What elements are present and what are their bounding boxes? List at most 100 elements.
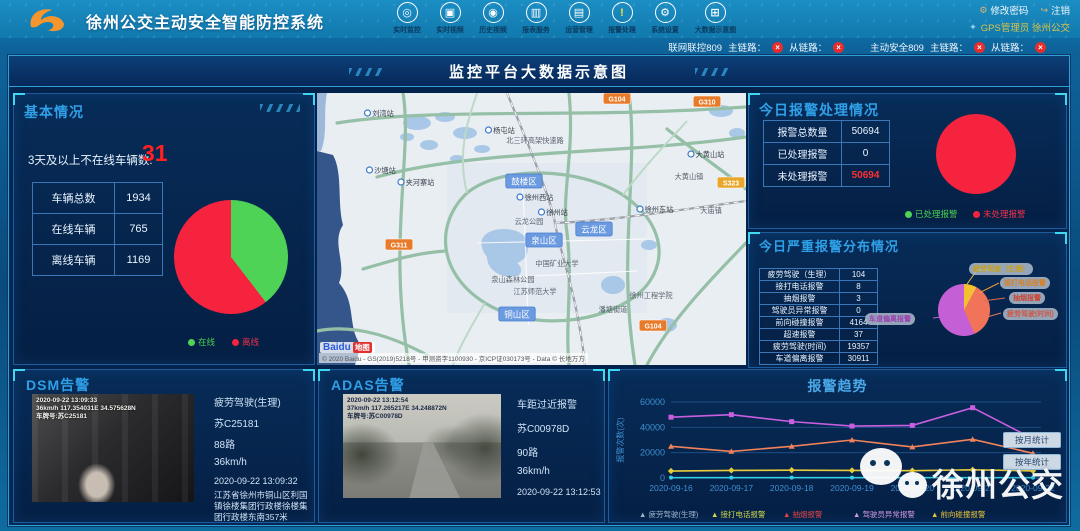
table-row: 车道偏离报警30911 [760,353,878,365]
svg-text:刘湾站: 刘湾站 [372,109,394,118]
adas-route: 90路 [517,444,538,459]
app-header: 徐州公交主动安全智能防控系统 ◎ 实时监控 ▣ 实时视频 ◉ 历史视频 ▥ 报表… [0,0,1080,38]
panel-title: DSM告警 [26,375,90,395]
video-icon: ▣ [440,2,461,23]
table-row: 驾驶员异常报警0 [760,305,878,317]
dsm-speed: 36km/h [214,457,247,468]
link-status-bar: 联网联控809 主链路： × 从链路： × 主动安全809 主链路： × 从链路… [668,40,1046,54]
table-row: 超速报警37 [760,329,878,341]
severe-distribution-pie-chart [938,284,990,336]
svg-text:2020-09-17: 2020-09-17 [710,483,754,493]
panel-basic-info: 基本情况 3天及以上不在线车辆数: 31 车辆总数1934 在线车辆765 离线… [13,93,315,365]
svg-text:杨屯站: 杨屯站 [493,126,515,135]
nav-item-history-video[interactable]: ◉ 历史视频 [474,2,512,35]
svg-text:北三环高架快速路: 北三环高架快速路 [506,136,564,145]
svg-text:大黄山站: 大黄山站 [696,150,725,159]
table-row: 已处理报警0 [764,143,890,165]
logout-link[interactable]: ↪ 注销 [1040,3,1070,17]
yearly-stats-button[interactable]: 按年统计 [1003,454,1061,470]
nav-item-operation-mgmt[interactable]: ▤ 运营管理 [560,2,598,35]
panel-alarm-trend: 报警趋势 02000040000600002020-09-162020-09-1… [608,369,1067,523]
adas-time: 2020-09-22 13:12:53 [517,487,601,497]
user-icon: ✦ [969,22,977,33]
adas-alarm-type: 车距过近报警 [517,396,577,411]
alarm-stats-table: 报警总数量50694 已处理报警0 未处理报警50694 [763,120,890,187]
map-attribution: © 2020 Baidu - GS(2019)5218号 - 甲测资字11009… [319,353,588,363]
baidu-logo: Baidu地图 [320,342,375,353]
alarm-processing-pie-chart [936,114,1016,194]
svg-text:2020-09-22: 2020-09-22 [1011,483,1055,493]
app-logo [24,4,70,39]
trend-legend-item[interactable]: ▲驾驶员异常报警 [853,509,915,520]
svg-text:鼓楼区: 鼓楼区 [511,177,537,187]
monthly-stats-button[interactable]: 按月统计 [1003,432,1061,448]
current-user: ✦ GPS管理员 徐州公交 [969,20,1070,34]
svg-text:G104: G104 [608,97,625,104]
trend-legend-item[interactable]: ▲抽烟报警 [783,509,822,520]
svg-text:夹河寨站: 夹河寨站 [406,178,435,187]
table-row: 前向碰撞报警4164 [760,317,878,329]
nav-item-system-settings[interactable]: ⚙ 系统设置 [646,2,684,35]
map-panel[interactable]: G104G310G311G104S323鼓楼区云龙区泉山区铜山区刘湾站杨屯站沙塘… [317,93,746,365]
legend-unprocessed: 未处理报警 [973,208,1026,220]
callout-lane-departure: 车道偏离报警 [865,313,915,325]
app-title: 徐州公交主动安全智能防控系统 [86,9,324,33]
svg-text:2020-09-21: 2020-09-21 [951,483,995,493]
table-row: 疲劳驾驶(时间)19357 [760,341,878,353]
svg-text:云龙公园: 云龙公园 [515,217,544,226]
panel-dsm-alarm: DSM告警 2020-09-22 13:09:3336km/h 117.3540… [13,369,315,523]
baidu-map[interactable]: G104G310G311G104S323鼓楼区云龙区泉山区铜山区刘湾站杨屯站沙塘… [317,93,746,365]
svg-text:大黄山镇: 大黄山镇 [675,172,704,181]
callout-phone-call: 接打电话报警 [1000,277,1050,289]
adas-camera-image[interactable]: 2020-09-22 13:12:5437km/h 117.265217E 34… [343,394,501,498]
nav-item-bigdata-diagram[interactable]: ⊞ 大数据示意图 [689,2,741,35]
dsm-time: 2020-09-22 13:09:32 [214,476,298,486]
legend-online: 在线 [188,336,215,348]
svg-text:40000: 40000 [640,422,665,432]
alarm-icon: ! [612,2,633,23]
table-row: 车辆总数1934 [33,183,163,214]
svg-text:泉山区: 泉山区 [531,236,557,246]
link-error-icon: × [974,42,985,53]
dsm-plate: 苏C25181 [214,415,259,430]
svg-text:报警次数(次): 报警次数(次) [615,417,625,463]
offline-3days-value: 31 [142,140,168,167]
panel-title: 报警趋势 [609,376,1066,396]
adas-speed: 36km/h [517,466,550,477]
svg-text:潘塘街道: 潘塘街道 [599,305,628,314]
panel-title: 今日严重报警分布情况 [759,239,919,254]
svg-text:20000: 20000 [640,448,665,458]
legend-processed: 已处理报警 [905,208,958,220]
svg-text:铜山区: 铜山区 [504,310,530,320]
grid-icon: ⊞ [705,2,726,23]
nav-item-realtime-video[interactable]: ▣ 实时视频 [431,2,469,35]
trend-legend-item[interactable]: ▲前向碰撞报警 [931,509,985,520]
calendar-icon: ▤ [569,2,590,23]
svg-text:2020-09-16: 2020-09-16 [649,483,693,493]
trend-legend-item[interactable]: ▲接打电话报警 [711,509,765,520]
online-offline-pie-chart [174,200,288,314]
nav-item-alarm-handling[interactable]: ! 报警处理 [603,2,641,35]
link-error-icon: × [1035,42,1046,53]
trend-legend-item[interactable]: ▲疲劳驾驶(生理) [639,509,698,520]
table-row: 疲劳驾驶（生理）104 [760,269,878,281]
table-row: 在线车辆765 [33,214,163,245]
monitor-icon: ◎ [397,2,418,23]
link-error-icon: × [833,42,844,53]
svg-text:江苏师范大学: 江苏师范大学 [513,287,556,296]
svg-text:徐州西站: 徐州西站 [525,193,554,202]
panel-title: 基本情况 [24,102,84,122]
svg-text:徐州工程学院: 徐州工程学院 [629,291,672,300]
panel-adas-alarm: ADAS告警 2020-09-22 13:12:5437km/h 117.265… [318,369,605,523]
table-row: 未处理报警50694 [764,165,890,187]
legend-offline: 离线 [232,336,259,348]
logout-icon: ↪ [1040,5,1048,16]
nav-item-report-service[interactable]: ▥ 报表服务 [517,2,555,35]
nav-item-realtime-monitor[interactable]: ◎ 实时监控 [388,2,426,35]
change-password-link[interactable]: ⚙ 修改密码 [979,3,1028,17]
dsm-camera-image[interactable]: 2020-09-22 13:09:3336km/h 117.354031E 34… [32,394,194,502]
callout-fatigue-time: 疲劳驾驶(时间) [1003,308,1058,320]
panel-title: 今日报警处理情况 [759,100,879,120]
svg-text:沙塘站: 沙塘站 [374,166,396,175]
svg-text:大庙镇: 大庙镇 [700,206,722,215]
